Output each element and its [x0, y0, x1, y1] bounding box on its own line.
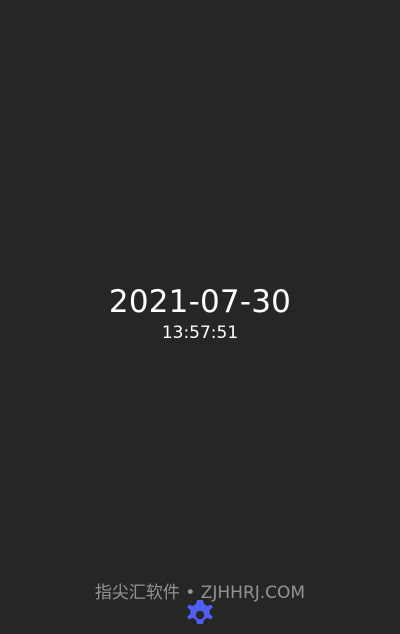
screen: 2021-07-30 13:57:51 指尖汇软件 • ZJHHRJ.COM: [0, 0, 400, 624]
time-label: 13:57:51: [161, 323, 239, 343]
clock-display: 2021-07-30 13:57:51: [0, 282, 400, 344]
gear-icon: [187, 600, 213, 624]
date-label: 2021-07-30: [108, 284, 292, 320]
settings-button[interactable]: [180, 594, 220, 634]
